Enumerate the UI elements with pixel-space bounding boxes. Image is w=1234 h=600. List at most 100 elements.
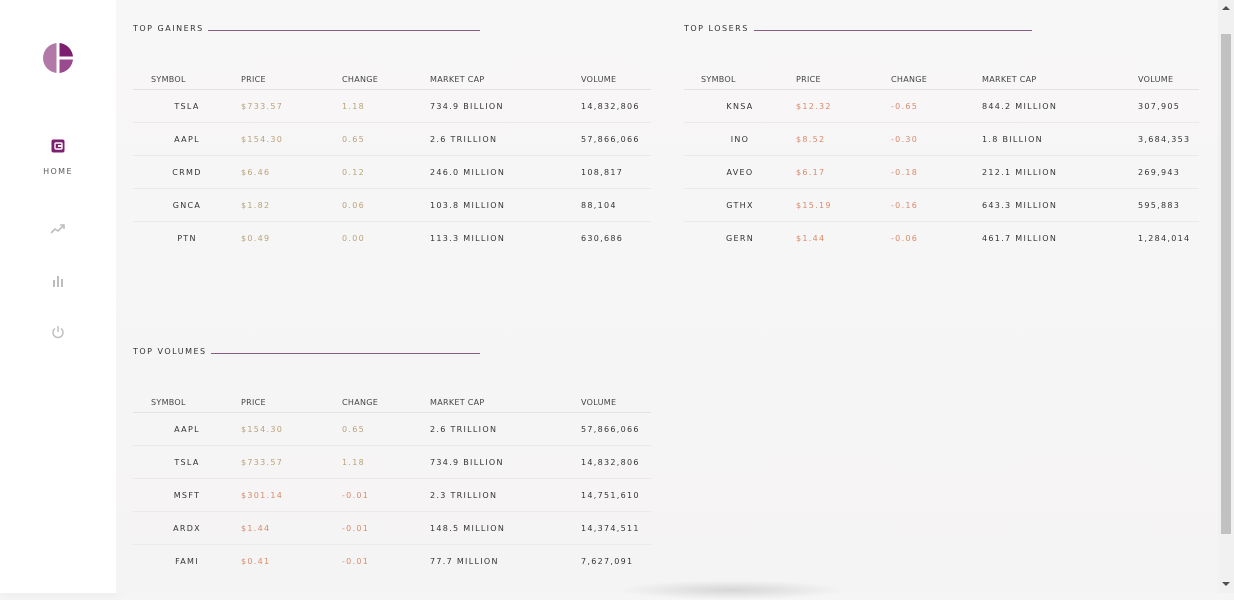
bottom-shadow	[616, 580, 846, 600]
symbol-cell: GNCA	[133, 188, 241, 222]
panel-header: TOP GAINERS	[133, 24, 653, 36]
table-row[interactable]: GERN $1.44 -0.06 461.7 MILLION 1,284,014	[684, 221, 1199, 254]
trending-up-icon	[50, 220, 66, 239]
symbol-cell: MSFT	[133, 478, 241, 512]
market-cap-cell: 2.3 TRILLION	[430, 478, 581, 512]
top-volumes-panel: TOP VOLUMES SYMBOL PRICE CHANGE MARKET C…	[133, 347, 653, 577]
column-header: PRICE	[796, 74, 821, 84]
change-cell: 0.65	[342, 122, 430, 156]
symbol-cell: FAMI	[133, 544, 241, 577]
change-cell: -0.01	[342, 478, 430, 512]
scroll-up-icon[interactable]	[1222, 6, 1230, 10]
table-row[interactable]: TSLA $733.57 1.18 734.9 BILLION 14,832,8…	[133, 89, 651, 123]
change-cell: 0.65	[342, 412, 430, 446]
gainers-table: SYMBOL PRICE CHANGE MARKET CAP VOLUME TS…	[133, 69, 651, 254]
change-cell: -0.65	[891, 89, 982, 123]
app-logo[interactable]	[43, 43, 73, 73]
volume-cell: 595,883	[1138, 188, 1199, 222]
table-row[interactable]: CRMD $6.46 0.12 246.0 MILLION 108,817	[133, 155, 651, 189]
change-cell: -0.06	[891, 221, 982, 254]
table-row[interactable]: AAPL $154.30 0.65 2.6 TRILLION 57,866,06…	[133, 122, 651, 156]
column-header: MARKET CAP	[430, 74, 485, 84]
column-header: CHANGE	[891, 74, 928, 84]
nav-trends[interactable]	[0, 220, 116, 239]
bar-chart-icon	[52, 272, 64, 291]
market-cap-cell: 77.7 MILLION	[430, 544, 581, 577]
market-cap-cell: 103.8 MILLION	[430, 188, 581, 222]
market-cap-cell: 734.9 BILLION	[430, 89, 581, 123]
symbol-cell: AAPL	[133, 412, 241, 446]
title-divider	[208, 30, 480, 31]
table-row[interactable]: TSLA $733.57 1.18 734.9 BILLION 14,832,8…	[133, 445, 651, 479]
price-cell: $733.57	[241, 445, 342, 479]
change-cell: 0.06	[342, 188, 430, 222]
change-cell: 1.18	[342, 445, 430, 479]
price-cell: $301.14	[241, 478, 342, 512]
price-cell: $733.57	[241, 89, 342, 123]
table-row[interactable]: ARDX $1.44 -0.01 148.5 MILLION 14,374,51…	[133, 511, 651, 545]
change-cell: -0.01	[342, 511, 430, 545]
symbol-cell: TSLA	[133, 445, 241, 479]
column-header: SYMBOL	[151, 74, 186, 84]
nav-home[interactable]: HOME	[0, 138, 116, 176]
market-cap-cell: 1.8 BILLION	[982, 122, 1138, 156]
volume-cell: 57,866,066	[581, 122, 651, 156]
market-cap-cell: 246.0 MILLION	[430, 155, 581, 189]
price-cell: $1.82	[241, 188, 342, 222]
symbol-cell: INO	[684, 122, 796, 156]
table-row[interactable]: PTN $0.49 0.00 113.3 MILLION 630,686	[133, 221, 651, 254]
symbol-cell: TSLA	[133, 89, 241, 123]
table-row[interactable]: FAMI $0.41 -0.01 77.7 MILLION 7,627,091	[133, 544, 651, 577]
market-cap-cell: 148.5 MILLION	[430, 511, 581, 545]
table-header-row: SYMBOL PRICE CHANGE MARKET CAP VOLUME	[133, 69, 651, 90]
price-cell: $154.30	[241, 412, 342, 446]
symbol-cell: CRMD	[133, 155, 241, 189]
table-row[interactable]: MSFT $301.14 -0.01 2.3 TRILLION 14,751,6…	[133, 478, 651, 512]
column-header: CHANGE	[342, 397, 379, 407]
sidebar: HOME	[0, 0, 116, 593]
price-cell: $8.52	[796, 122, 891, 156]
volume-cell: 88,104	[581, 188, 651, 222]
volume-cell: 307,905	[1138, 89, 1199, 123]
column-header: VOLUME	[581, 397, 617, 407]
market-cap-cell: 2.6 TRILLION	[430, 122, 581, 156]
table-row[interactable]: AAPL $154.30 0.65 2.6 TRILLION 57,866,06…	[133, 412, 651, 446]
price-cell: $1.44	[796, 221, 891, 254]
column-header: CHANGE	[342, 74, 379, 84]
table-row[interactable]: AVEO $6.17 -0.18 212.1 MILLION 269,943	[684, 155, 1199, 189]
vertical-scrollbar[interactable]	[1218, 0, 1234, 593]
table-row[interactable]: KNSA $12.32 -0.65 844.2 MILLION 307,905	[684, 89, 1199, 123]
table-row[interactable]: GTHX $15.19 -0.16 643.3 MILLION 595,883	[684, 188, 1199, 222]
change-cell: -0.16	[891, 188, 982, 222]
market-cap-cell: 2.6 TRILLION	[430, 412, 581, 446]
price-cell: $15.19	[796, 188, 891, 222]
change-cell: 0.12	[342, 155, 430, 189]
scroll-down-icon[interactable]	[1222, 582, 1230, 586]
price-cell: $0.49	[241, 221, 342, 254]
nav-home-label: HOME	[43, 167, 73, 176]
panel-title: TOP GAINERS	[133, 24, 204, 33]
symbol-cell: GTHX	[684, 188, 796, 222]
volume-cell: 14,832,806	[581, 445, 651, 479]
column-header: SYMBOL	[701, 74, 736, 84]
power-icon	[51, 324, 65, 343]
nav-stats[interactable]	[0, 272, 116, 291]
table-row[interactable]: GNCA $1.82 0.06 103.8 MILLION 88,104	[133, 188, 651, 222]
logo-icon	[43, 43, 73, 73]
table-row[interactable]: INO $8.52 -0.30 1.8 BILLION 3,684,353	[684, 122, 1199, 156]
panel-title: TOP LOSERS	[684, 24, 749, 33]
change-cell: -0.18	[891, 155, 982, 189]
volume-cell: 57,866,066	[581, 412, 651, 446]
symbol-cell: GERN	[684, 221, 796, 254]
price-cell: $0.41	[241, 544, 342, 577]
nav-logout[interactable]	[0, 324, 116, 343]
market-cap-cell: 113.3 MILLION	[430, 221, 581, 254]
change-cell: 0.00	[342, 221, 430, 254]
volume-cell: 14,374,511	[581, 511, 651, 545]
symbol-cell: AVEO	[684, 155, 796, 189]
volume-cell: 14,751,610	[581, 478, 651, 512]
volume-cell: 630,686	[581, 221, 651, 254]
scroll-thumb[interactable]	[1221, 34, 1231, 534]
main-content: TOP GAINERS SYMBOL PRICE CHANGE MARKET C…	[116, 0, 1218, 600]
price-cell: $12.32	[796, 89, 891, 123]
